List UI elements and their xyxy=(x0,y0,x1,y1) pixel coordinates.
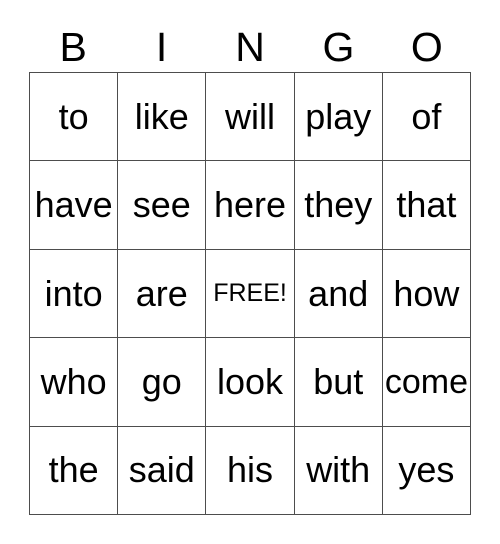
header-letter-n: N xyxy=(235,23,265,70)
bingo-cell-g4[interactable]: but xyxy=(294,338,383,427)
bingo-row-5: the said his with yes xyxy=(30,426,472,516)
bingo-cell-g1[interactable]: play xyxy=(294,73,383,162)
bingo-cell-label: see xyxy=(132,184,191,226)
bingo-cell-i1[interactable]: like xyxy=(118,73,207,162)
header-letter-o: O xyxy=(410,23,443,70)
bingo-cell-g5[interactable]: with xyxy=(294,426,383,516)
bingo-cell-label: look xyxy=(216,360,284,402)
bingo-cell-label: his xyxy=(226,449,274,491)
bingo-cell-i3[interactable]: are xyxy=(118,249,207,339)
bingo-cell-b2[interactable]: have xyxy=(30,161,119,250)
bingo-header-row: B I N G O xyxy=(29,22,471,72)
bingo-cell-g3[interactable]: and xyxy=(294,249,383,339)
bingo-cell-label: come xyxy=(384,362,468,401)
header-letter-i: I xyxy=(155,23,168,70)
header-letter-g: G xyxy=(322,23,355,70)
bingo-cell-label: here xyxy=(213,184,287,226)
bingo-grid: to like will play of have see here they … xyxy=(29,72,472,516)
bingo-cell-b4[interactable]: who xyxy=(30,338,119,427)
bingo-row-2: have see here they that xyxy=(30,161,472,250)
bingo-cell-label: yes xyxy=(398,449,455,491)
bingo-cell-label: have xyxy=(34,184,113,226)
bingo-cell-label: are xyxy=(135,272,188,314)
bingo-cell-b3[interactable]: into xyxy=(30,249,119,339)
bingo-cell-label: and xyxy=(308,272,369,314)
free-space-label: FREE! xyxy=(213,279,287,308)
bingo-cell-label: play xyxy=(305,95,372,137)
bingo-cell-label: will xyxy=(225,95,275,137)
bingo-cell-label: how xyxy=(393,272,460,314)
bingo-cell-label: to xyxy=(58,95,89,137)
bingo-cell-o3[interactable]: how xyxy=(382,249,472,339)
bingo-cell-o5[interactable]: yes xyxy=(382,426,472,516)
bingo-cell-b5[interactable]: the xyxy=(30,426,119,516)
bingo-cell-n4[interactable]: look xyxy=(206,338,295,427)
bingo-cell-o2[interactable]: that xyxy=(382,161,472,250)
bingo-cell-label: but xyxy=(313,360,364,402)
bingo-cell-label: with xyxy=(306,449,371,491)
bingo-cell-label: said xyxy=(128,449,195,491)
bingo-cell-n1[interactable]: will xyxy=(206,73,295,162)
bingo-cell-g2[interactable]: they xyxy=(294,161,383,250)
bingo-cell-label: that xyxy=(396,184,457,226)
bingo-cell-label: of xyxy=(411,95,442,137)
bingo-cell-n5[interactable]: his xyxy=(206,426,295,516)
bingo-row-1: to like will play of xyxy=(30,73,472,162)
bingo-cell-label: who xyxy=(40,360,107,402)
bingo-cell-i5[interactable]: said xyxy=(118,426,207,516)
bingo-cell-i4[interactable]: go xyxy=(118,338,207,427)
bingo-cell-label: like xyxy=(134,95,189,137)
bingo-cell-o4[interactable]: come xyxy=(382,338,472,427)
bingo-cell-b1[interactable]: to xyxy=(30,73,119,162)
bingo-cell-free-space[interactable]: FREE! xyxy=(206,249,295,339)
bingo-row-3: into are FREE! and how xyxy=(30,249,472,339)
bingo-cell-label: into xyxy=(44,272,103,314)
bingo-row-4: who go look but come xyxy=(30,338,472,427)
bingo-cell-o1[interactable]: of xyxy=(382,73,472,162)
bingo-cell-label: the xyxy=(48,449,99,491)
bingo-card: B I N G O to like will play of have see … xyxy=(0,0,500,544)
bingo-cell-i2[interactable]: see xyxy=(118,161,207,250)
bingo-cell-label: go xyxy=(141,360,182,402)
header-letter-b: B xyxy=(59,23,87,70)
bingo-cell-label: they xyxy=(304,184,373,226)
bingo-cell-n2[interactable]: here xyxy=(206,161,295,250)
